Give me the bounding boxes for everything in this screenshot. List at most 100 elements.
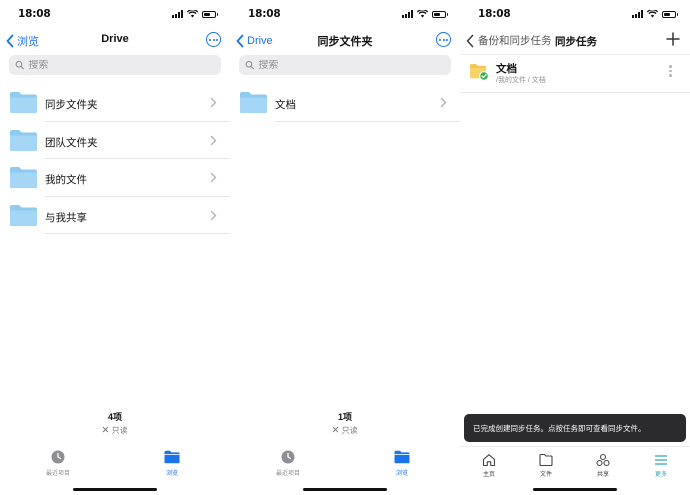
nav-bar: 浏览 Drive (0, 30, 230, 52)
readonly-indicator: 只读 (230, 425, 460, 436)
folder-list: 文档 (230, 84, 460, 122)
tab-bar: 最近项目 浏览 (230, 448, 460, 478)
status-time: 18:08 (18, 8, 51, 20)
more-options-button[interactable] (436, 32, 451, 47)
synced-folder-icon (470, 64, 489, 81)
item-count: 1项 (337, 412, 352, 422)
header-divider (460, 54, 690, 55)
chevron-right-icon (440, 97, 447, 108)
tab-browse[interactable]: 浏览 (142, 450, 202, 477)
readonly-indicator: 只读 (0, 425, 230, 436)
readonly-label: 只读 (341, 426, 358, 435)
status-time: 18:08 (478, 8, 511, 20)
toast-message: 已完成创建同步任务。点按任务即可查看同步文件。 (464, 414, 686, 442)
task-path: /我的文件 / 文档 (496, 77, 546, 84)
tab-home[interactable]: 主页 (469, 453, 509, 478)
no-edit-icon (103, 426, 109, 433)
folder-icon (10, 129, 37, 151)
tab-label: 最近项目 (45, 471, 70, 477)
signal-icon (402, 10, 413, 18)
folder-label: 与我共享 (45, 211, 87, 224)
folder-row-documents[interactable]: 文档 (230, 84, 460, 122)
signal-icon (632, 10, 643, 18)
wifi-icon (647, 10, 658, 18)
sync-tasks-screen: 18:08 备份和同步任务 同步任务 文档 /我的文件 / 文档 已完成创建同步… (460, 0, 690, 495)
back-button[interactable]: 备份和同步任务 (465, 33, 552, 48)
status-icons (172, 10, 218, 18)
folder-list: 同步文件夹 团队文件夹 我的文件 与我共享 (0, 84, 230, 234)
search-bar[interactable] (239, 55, 451, 75)
sync-folder-screen: 18:08 Drive 同步文件夹 文档 1项 只读 (230, 0, 460, 495)
folder-label: 文档 (275, 99, 296, 111)
clock-icon (51, 450, 65, 464)
wifi-icon (417, 10, 428, 18)
chevron-right-icon (210, 172, 217, 183)
home-indicator[interactable] (73, 488, 157, 491)
battery-icon (202, 10, 218, 18)
signal-icon (172, 10, 183, 18)
search-input[interactable] (258, 59, 451, 71)
folder-icon (10, 167, 37, 188)
folder-row-shared-with-me[interactable]: 与我共享 (0, 197, 230, 234)
back-label: 备份和同步任务 (478, 35, 552, 47)
tab-label: 共享 (596, 472, 609, 478)
chevron-right-icon (210, 210, 217, 220)
search-icon (245, 60, 254, 70)
home-indicator[interactable] (533, 488, 617, 491)
tab-label: 浏览 (165, 471, 178, 477)
page-title: 同步文件夹 (317, 36, 373, 48)
home-indicator[interactable] (303, 488, 387, 491)
folder-row-team[interactable]: 团队文件夹 (0, 122, 230, 159)
folder-label: 我的文件 (45, 174, 87, 186)
folder-icon (164, 450, 180, 464)
chevron-left-icon (466, 34, 474, 47)
folder-icon (10, 204, 37, 226)
folder-outline-icon (539, 453, 553, 467)
folder-row-sync[interactable]: 同步文件夹 (0, 84, 230, 122)
status-time: 18:08 (248, 8, 281, 20)
tab-recent[interactable]: 最近项目 (28, 450, 88, 477)
folder-icon (394, 450, 410, 464)
tab-files[interactable]: 文件 (526, 453, 566, 478)
search-input[interactable] (28, 59, 221, 71)
status-icons (402, 10, 448, 18)
chevron-right-icon (210, 97, 217, 108)
status-icons (632, 10, 678, 18)
task-name: 文档 (496, 63, 517, 75)
no-edit-icon (333, 426, 339, 433)
search-bar[interactable] (9, 55, 221, 75)
task-options-button[interactable] (669, 65, 672, 77)
tab-bar: 最近项目 浏览 (0, 448, 230, 478)
home-icon (482, 454, 496, 467)
drive-screen: 18:08 浏览 Drive 同步文件夹 团队文件夹 (0, 0, 230, 495)
status-bar: 18:08 (460, 8, 690, 22)
battery-icon (432, 10, 448, 18)
search-icon (15, 60, 24, 70)
folder-label: 团队文件夹 (45, 136, 98, 149)
nav-bar: 备份和同步任务 同步任务 (460, 30, 690, 52)
page-title: 同步任务 (555, 36, 597, 48)
row-divider (460, 92, 690, 93)
tab-share[interactable]: 共享 (583, 453, 623, 478)
battery-icon (662, 10, 678, 18)
share-icon (596, 453, 610, 467)
item-count: 4项 (107, 412, 122, 422)
tab-label: 主页 (482, 472, 495, 478)
tab-recent[interactable]: 最近项目 (258, 450, 318, 477)
add-task-button[interactable] (666, 32, 680, 46)
tab-label: 浏览 (395, 471, 408, 477)
folder-icon (10, 92, 37, 113)
tab-more[interactable]: 更多 (641, 453, 681, 478)
sync-task-row[interactable]: 文档 /我的文件 / 文档 (460, 58, 690, 92)
tab-browse[interactable]: 浏览 (372, 450, 432, 477)
tab-bar: 主页 文件 共享 更多 (460, 446, 690, 478)
readonly-label: 只读 (111, 426, 128, 435)
page-title: Drive (101, 33, 129, 45)
folder-icon (240, 92, 267, 113)
more-options-button[interactable] (206, 32, 221, 47)
nav-bar: Drive 同步文件夹 (230, 30, 460, 52)
tab-label: 最近项目 (275, 471, 300, 477)
wifi-icon (187, 10, 198, 18)
row-divider (275, 120, 460, 122)
folder-row-my-files[interactable]: 我的文件 (0, 159, 230, 197)
